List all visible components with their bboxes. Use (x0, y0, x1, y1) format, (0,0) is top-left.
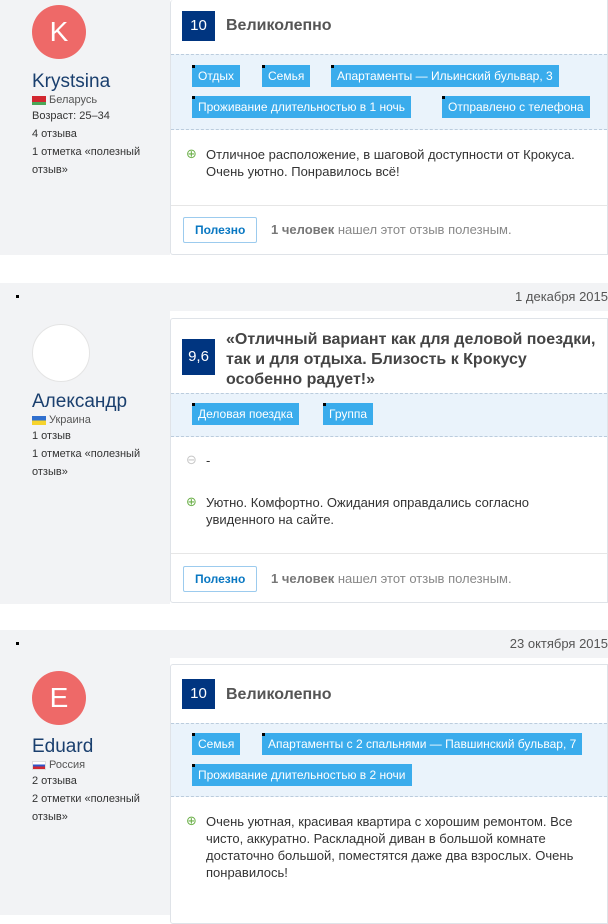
helpful-count-text: 1 человек нашел этот отзыв полезным. (271, 222, 512, 237)
tag: Проживание длительностью в 2 ночи (192, 764, 412, 786)
reviewer-name[interactable]: Eduard (32, 736, 168, 758)
score-badge: 9,6 (182, 339, 215, 375)
reviewer-info: E Eduard Россия 2 отзыва 2 отметки «поле… (32, 671, 168, 826)
tag: Отдых (192, 65, 241, 87)
helpful-text: нашел этот отзыв полезным. (337, 222, 512, 237)
tag: Апартаменты с 2 спальнями — Павшинский б… (262, 733, 583, 755)
reviewer-age: Возраст: 25–34 (32, 110, 110, 122)
tag: Деловая поездка (192, 403, 299, 425)
plus-leaf-icon: ⊕ (186, 813, 197, 828)
bullet (16, 295, 19, 298)
helpful-button[interactable]: Полезно (183, 217, 258, 243)
positive-text: Уютно. Комфортно. Ожидания оправдались с… (206, 495, 529, 527)
review-card: 10 Великолепно Семья Апартаменты с 2 спа… (170, 664, 608, 924)
country-label: Украина (49, 414, 91, 426)
reviewer-name[interactable]: Krystsina (32, 71, 168, 93)
tag: Группа (323, 403, 374, 425)
divider (171, 205, 607, 206)
avatar[interactable] (32, 324, 90, 382)
negative-text: - (206, 453, 211, 468)
helpful-button[interactable]: Полезно (183, 566, 258, 592)
helpful-marks: 1 отметка «полезный отзыв» (32, 146, 141, 176)
review-card: 9,6 «Отличный вариант как для деловой по… (170, 318, 608, 603)
divider (171, 553, 607, 554)
reviewer-country: Россия (32, 758, 168, 772)
helpful-marks: 1 отметка «полезный отзыв» (32, 448, 141, 478)
review-1: K Krystsina Беларусь Возраст: 25–34 4 от… (0, 0, 608, 255)
review-card: 10 Великолепно Отдых Семья Апартаменты —… (170, 0, 608, 255)
score-badge: 10 (182, 11, 215, 41)
positive-text: Отличное расположение, в шаговой доступн… (206, 147, 575, 179)
review-headline: Великолепно (226, 686, 332, 703)
belarus-flag-icon (32, 95, 46, 105)
tag: Отправлено с телефона (442, 96, 590, 118)
review-date: 23 октября 2015 (509, 636, 608, 651)
review-headline: Великолепно (226, 17, 332, 34)
helpful-count: 1 человек (271, 571, 335, 586)
review-date-bar: 23 октября 2015 (0, 630, 608, 658)
review-3: E Eduard Россия 2 отзыва 2 отметки «поле… (0, 658, 608, 924)
reviews-count: 4 отзыва (32, 128, 77, 140)
plus-leaf-icon: ⊕ (186, 494, 197, 509)
review-headline: «Отличный вариант как для деловой поездк… (226, 331, 596, 388)
reviewer-country: Беларусь (32, 93, 168, 107)
review-2: Александр Украина 1 отзыв 1 отметка «пол… (0, 311, 608, 604)
helpful-text: нашел этот отзыв полезным. (337, 571, 512, 586)
reviewer-info: K Krystsina Беларусь Возраст: 25–34 4 от… (32, 5, 168, 179)
tag: Семья (192, 733, 241, 755)
tags-area: Деловая поездка Группа (171, 393, 607, 437)
avatar[interactable]: E (32, 671, 86, 725)
tag: Семья (262, 65, 311, 87)
plus-leaf-icon: ⊕ (186, 146, 197, 161)
review-date-bar: 1 декабря 2015 (0, 283, 608, 311)
helpful-count: 1 человек (271, 222, 335, 237)
tag: Апартаменты — Ильинский бульвар, 3 (331, 65, 559, 87)
helpful-marks: 2 отметки «полезный отзыв» (32, 793, 140, 823)
review-date: 1 декабря 2015 (515, 289, 608, 304)
score-badge: 10 (182, 679, 215, 709)
bullet (16, 642, 19, 645)
reviewer-name[interactable]: Александр (32, 391, 168, 413)
minus-leaf-icon: ⊖ (186, 452, 197, 467)
helpful-count-text: 1 человек нашел этот отзыв полезным. (271, 571, 512, 586)
tags-area: Отдых Семья Апартаменты — Ильинский буль… (171, 54, 607, 130)
tags-area: Семья Апартаменты с 2 спальнями — Павшин… (171, 723, 607, 797)
reviewer-country: Украина (32, 413, 168, 427)
country-label: Беларусь (49, 94, 98, 106)
positive-text: Очень уютная, красивая квартира с хороши… (206, 814, 574, 880)
tag: Проживание длительностью в 1 ночь (192, 96, 412, 118)
russia-flag-icon (32, 760, 46, 770)
country-label: Россия (49, 759, 86, 771)
reviews-count: 1 отзыв (32, 430, 71, 442)
reviews-count: 2 отзыва (32, 775, 77, 787)
avatar[interactable]: K (32, 5, 86, 59)
ukraine-flag-icon (32, 415, 46, 425)
reviewer-info: Александр Украина 1 отзыв 1 отметка «пол… (32, 324, 168, 481)
